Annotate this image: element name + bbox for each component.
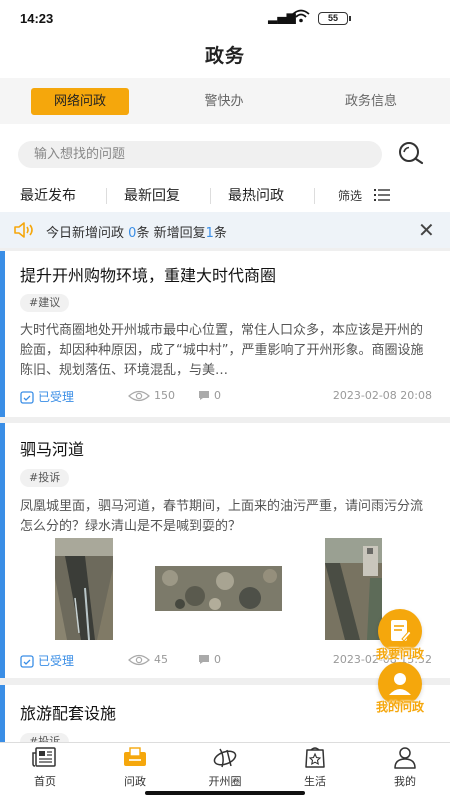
nav-kaizhou-circle[interactable]: 开州圈: [190, 745, 260, 789]
post-title: 提升开州购物环境，重建大时代商圈: [20, 266, 277, 285]
comment-icon: [199, 655, 209, 664]
post-meta: 已受理 45 0 2023-02-08 15:52: [20, 652, 432, 670]
card-accent-bar: [0, 423, 5, 678]
status-time: 14:23: [20, 11, 54, 26]
divider: [210, 188, 211, 204]
nav-label: 我的: [394, 775, 416, 788]
status-icon: [20, 391, 34, 404]
post-body: 大时代商圈地处开州城市最中心位置，常住人口众多，本应该是开州的脸面，却因种种原因…: [20, 323, 424, 378]
nav-label: 开州圈: [208, 775, 242, 788]
search-box: [18, 141, 382, 168]
filter-screen-button[interactable]: 筛选: [338, 187, 362, 204]
my-questions-fab[interactable]: 我的问政: [372, 662, 428, 715]
tab-network-politics[interactable]: 网络问政: [31, 88, 129, 115]
fab-label: 我要问政: [375, 647, 424, 661]
nav-home[interactable]: 首页: [10, 745, 80, 789]
view-count: 45: [128, 653, 168, 666]
list-icon[interactable]: [374, 188, 390, 202]
close-icon[interactable]: ✕: [418, 218, 435, 242]
notice-bar: 今日新增问政 0条 新增回复1条 ✕: [0, 212, 450, 248]
post-photo-1[interactable]: [55, 538, 113, 640]
eye-icon: [128, 390, 150, 402]
circle-logo-icon: [213, 748, 237, 768]
divider: [106, 188, 107, 204]
page-header: 政务: [0, 34, 450, 78]
home-indicator[interactable]: [145, 791, 305, 795]
nav-mine[interactable]: 我的: [370, 745, 440, 789]
battery-indicator: 55: [318, 12, 351, 25]
filter-latest-reply[interactable]: 最新回复: [124, 185, 180, 205]
search-bar: [0, 124, 450, 178]
post-tag[interactable]: #建议: [20, 294, 70, 312]
star-bag-icon: [305, 747, 325, 768]
filter-recent[interactable]: 最近发布: [20, 185, 76, 205]
page-title: 政务: [204, 45, 245, 67]
newspaper-icon: [32, 747, 56, 767]
nav-label: 首页: [34, 775, 56, 788]
person-icon: [394, 747, 416, 769]
view-count: 150: [128, 389, 175, 402]
post-tag[interactable]: #投诉: [20, 469, 70, 487]
filter-hottest[interactable]: 最热问政: [228, 185, 284, 205]
nav-label: 生活: [304, 775, 326, 788]
tab-government-info[interactable]: 政务信息: [322, 88, 420, 115]
post-meta: 已受理 150 0 2023-02-08 20:08: [20, 388, 432, 406]
post-photo-2[interactable]: [155, 566, 282, 611]
fab-label: 我的问政: [375, 700, 424, 714]
status-badge: 已受理: [20, 652, 74, 669]
divider: [314, 188, 315, 204]
ballot-icon: [124, 747, 146, 766]
card-accent-bar: [0, 251, 5, 417]
post-title: 驷马河道: [20, 440, 85, 459]
nav-label: 问政: [124, 775, 146, 788]
wifi-icon: [292, 9, 310, 27]
comment-count: 0: [198, 653, 221, 666]
new-replies-count: 1: [205, 226, 214, 241]
speaker-icon: [14, 222, 33, 238]
tab-police-quick[interactable]: 警快办: [175, 88, 273, 115]
ask-question-fab[interactable]: 我要问政: [372, 609, 428, 662]
search-input[interactable]: [18, 141, 382, 168]
post-body: 凤凰城里面，驷马河道，春节期间，上面来的油污严重，请问雨污分流怎么分的？绿水清山…: [20, 499, 424, 534]
post-tag[interactable]: #投诉: [20, 733, 70, 742]
post-date: 2023-02-08 20:08: [332, 389, 432, 402]
notice-text: 今日新增问政 0条 新增回复1条: [46, 226, 227, 241]
search-icon[interactable]: [396, 138, 426, 168]
post-card[interactable]: 提升开州购物环境，重建大时代商圈 #建议 大时代商圈地处开州城市最中心位置，常住…: [0, 251, 450, 417]
nav-politics[interactable]: 问政: [100, 745, 170, 789]
tab-bar: 网络问政 警快办 政务信息: [0, 78, 450, 124]
eye-icon: [128, 654, 150, 666]
card-accent-bar: [0, 685, 5, 742]
comment-count: 0: [198, 389, 221, 402]
comment-icon: [199, 391, 209, 400]
status-badge: 已受理: [20, 388, 74, 405]
post-title: 旅游配套设施: [20, 704, 117, 723]
status-icon: [20, 655, 34, 668]
filter-bar: 最近发布 最新回复 最热问政 筛选: [0, 178, 450, 212]
nav-life[interactable]: 生活: [280, 745, 350, 789]
status-bar: 14:23 ▂▄▆ 55: [0, 0, 450, 34]
